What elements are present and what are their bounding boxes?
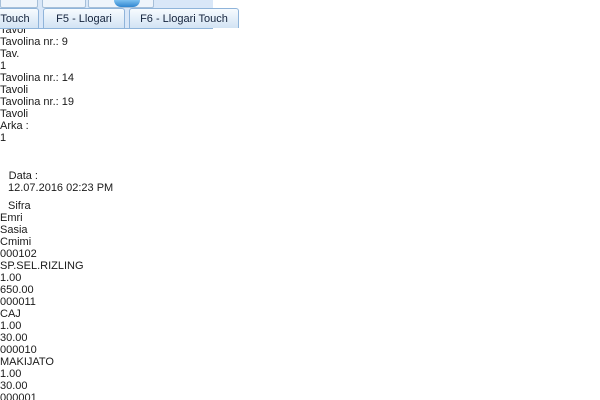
cell-emri: MAKIJATO [0, 356, 600, 368]
table-button-sublabel: 1 [0, 60, 600, 72]
arka-label: Arka : [0, 120, 600, 132]
arka-value: 1 [0, 132, 6, 144]
cell-emri: CAJ [0, 308, 600, 320]
column-header-cmimi[interactable]: Cmimi [0, 236, 600, 248]
cell-sasia: 1.00 [0, 272, 600, 284]
table-button-label: Tavolina nr.: 19 [0, 96, 600, 108]
tab-touch[interactable]: Touch [0, 8, 39, 28]
toolbar-fragment [42, 0, 86, 8]
table-row[interactable]: 000011 CAJ 1.00 30.00 [0, 296, 600, 344]
table-button-occluded[interactable]: Tavoli [0, 84, 600, 96]
toolbar-fragment [0, 0, 38, 8]
tab-label: Touch [0, 13, 29, 25]
cell-sasia: 1.00 [0, 368, 600, 380]
cell-sifra: 000102 [0, 248, 600, 260]
table-row-selected[interactable]: 000001 KOKA KOLA 2.00 60.00 [0, 392, 600, 400]
data-label: Data : [0, 170, 38, 182]
header-banner-image [0, 28, 213, 57]
tab-f5-llogari[interactable]: F5 - Llogari [43, 8, 125, 28]
tab-f6-llogari-touch[interactable]: F6 - Llogari Touch [129, 8, 239, 28]
table-button-label: Tavoli [0, 108, 600, 120]
cell-cmimi: 30.00 [0, 380, 600, 392]
tab-label: F6 - Llogari Touch [140, 13, 228, 25]
date-input[interactable]: 12.07.2016 02:23 PM [0, 182, 155, 200]
cell-sifra: 000010 [0, 344, 600, 356]
order-dialog: Arka : 1 Data : 12.07.2016 02:23 PM Sifr… [0, 120, 600, 400]
cell-cmimi: 30.00 [0, 332, 600, 344]
column-header-sasia[interactable]: Sasia [0, 224, 600, 236]
table-button-label: Tavoli [0, 84, 600, 96]
table-button-14[interactable]: Tavolina nr.: 14 [0, 72, 600, 84]
cell-sasia: 1.00 [0, 320, 600, 332]
table-button-occluded[interactable]: Tavoli [0, 108, 600, 120]
arka-secondary-input[interactable] [0, 151, 100, 170]
table-button-19[interactable]: Tavolina nr.: 19 [0, 96, 600, 108]
table-button-label: Tavolina nr.: 14 [0, 72, 600, 84]
refresh-icon [114, 0, 140, 7]
tab-label: F5 - Llogari [56, 13, 112, 25]
table-header-row: Sifra Emri Sasia Cmimi [0, 200, 600, 248]
column-header-emri[interactable]: Emri [0, 212, 600, 224]
cell-sifra: 000011 [0, 296, 600, 308]
pos-window: Touch F5 - Llogari F6 - Llogari Touch Ta… [0, 0, 600, 400]
cell-sifra: 000001 [0, 392, 600, 400]
cell-cmimi: 650.00 [0, 284, 600, 296]
table-row[interactable]: 000102 SP.SEL.RIZLING 1.00 650.00 [0, 248, 600, 296]
date-value: 12.07.2016 02:23 PM [8, 182, 113, 194]
cell-emri: SP.SEL.RIZLING [0, 260, 600, 272]
toolbar: Touch F5 - Llogari F6 - Llogari Touch [0, 0, 213, 29]
column-header-sifra[interactable]: Sifra [0, 200, 600, 212]
order-items-table: Sifra Emri Sasia Cmimi 000102 SP.SEL.RIZ… [0, 200, 600, 400]
table-row[interactable]: 000010 MAKIJATO 1.00 30.00 [0, 344, 600, 392]
arka-input[interactable]: 1 [0, 132, 43, 151]
